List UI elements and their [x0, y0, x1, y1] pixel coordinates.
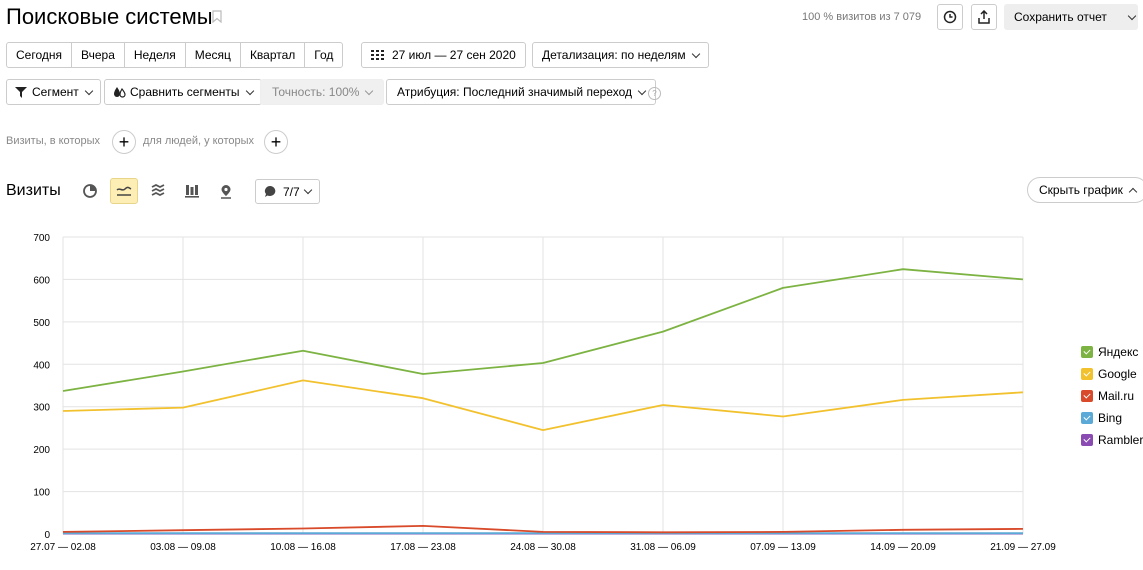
accuracy-dropdown[interactable]: Точность: 100%: [260, 79, 385, 105]
period-yesterday[interactable]: Вчера: [71, 42, 125, 68]
compare-segments-label: Сравнить сегменты: [130, 85, 240, 99]
y-tick-label: 500: [33, 318, 50, 329]
legend-label: Google: [1098, 367, 1137, 381]
bar-chart-icon: [185, 185, 199, 198]
x-tick-label: 03.08 — 09.08: [150, 542, 216, 553]
checkbox-checked-icon[interactable]: [1081, 412, 1093, 424]
filter-icon: [15, 86, 27, 98]
speech-bubble-icon: [264, 185, 276, 197]
x-tick-label: 31.08 — 06.09: [630, 542, 696, 553]
attribution-label: Атрибуция: Последний значимый переход: [397, 85, 632, 99]
x-tick-label: 10.08 — 16.08: [270, 542, 336, 553]
chart-title: Визиты: [6, 182, 61, 199]
visits-summary: 100 % визитов из 7 079: [802, 11, 922, 23]
chart-type-line[interactable]: [110, 178, 138, 204]
y-tick-label: 100: [33, 488, 50, 499]
share-icon: [978, 10, 990, 24]
series-selector-button[interactable]: 7/7: [255, 179, 320, 204]
legend-item[interactable]: Bing: [1081, 411, 1122, 425]
date-range-label: 27 июл — 27 сен 2020: [392, 48, 516, 62]
clock-icon: [943, 10, 957, 24]
hide-chart-label: Скрыть график: [1039, 183, 1123, 197]
y-tick-label: 300: [33, 403, 50, 414]
period-selector: Сегодня Вчера Неделя Месяц Квартал Год: [6, 42, 344, 68]
chevron-up-icon: [1128, 187, 1138, 196]
legend-item[interactable]: Rambler: [1081, 433, 1143, 447]
calendar-grid-icon: [371, 50, 384, 60]
x-tick-label: 07.09 — 13.09: [750, 542, 816, 553]
x-tick-label: 21.09 — 27.09: [990, 542, 1056, 553]
period-year[interactable]: Год: [304, 42, 344, 68]
add-visit-condition-button[interactable]: +: [112, 130, 136, 154]
chart-type-bar[interactable]: [178, 178, 206, 204]
history-button[interactable]: [937, 4, 963, 30]
y-tick-label: 600: [33, 275, 50, 286]
period-month[interactable]: Месяц: [184, 42, 241, 68]
y-tick-label: 0: [44, 530, 50, 541]
plus-icon: +: [118, 131, 130, 152]
segment-label: Сегмент: [32, 85, 79, 99]
visits-line-chart: 0 100 200 300 400 500 600 700 27.07 — 02.08 03.08…: [30, 233, 1056, 553]
checkbox-checked-icon[interactable]: [1081, 368, 1093, 380]
map-pin-icon: [221, 184, 231, 199]
x-tick-label: 17.08 — 23.08: [390, 542, 456, 553]
chevron-down-icon: [365, 86, 374, 95]
legend-item[interactable]: Яндекс: [1081, 345, 1138, 359]
accuracy-label: Точность: 100%: [272, 85, 360, 99]
legend-label: Bing: [1098, 411, 1123, 425]
page-title: Поисковые системы: [6, 4, 213, 29]
bookmark-icon[interactable]: [212, 10, 222, 23]
help-icon[interactable]: ?: [648, 87, 661, 100]
people-condition-label: для людей, у которых: [143, 135, 254, 147]
legend-item[interactable]: Google: [1081, 367, 1137, 381]
detail-label: Детализация: по неделям: [542, 48, 686, 62]
checkbox-checked-icon[interactable]: [1081, 434, 1093, 446]
line-chart-icon: [116, 186, 132, 196]
y-tick-label: 200: [33, 445, 50, 456]
chevron-down-icon: [303, 185, 312, 195]
chart-type-pie[interactable]: [76, 178, 104, 204]
hide-chart-button[interactable]: Скрыть график: [1027, 177, 1143, 203]
checkbox-checked-icon[interactable]: [1081, 390, 1093, 402]
export-button[interactable]: [971, 4, 997, 30]
legend-label: Яндекс: [1098, 345, 1139, 359]
chevron-down-icon: [691, 49, 700, 58]
chart-type-area[interactable]: [144, 178, 172, 204]
chevron-down-icon: [1127, 11, 1137, 20]
period-week[interactable]: Неделя: [123, 42, 186, 68]
plus-icon: +: [270, 131, 282, 152]
period-quarter[interactable]: Квартал: [239, 42, 306, 68]
checkbox-checked-icon[interactable]: [1081, 346, 1093, 358]
save-report-label: Сохранить отчет: [1014, 10, 1107, 24]
legend-label: Rambler: [1098, 433, 1143, 447]
attribution-dropdown[interactable]: Атрибуция: Последний значимый переход: [386, 79, 656, 105]
legend-label: Mail.ru: [1098, 389, 1135, 403]
area-chart-icon: [151, 184, 165, 197]
chevron-down-icon: [245, 86, 254, 95]
compare-segments-dropdown[interactable]: Сравнить сегменты: [104, 79, 262, 105]
add-people-condition-button[interactable]: +: [264, 130, 288, 154]
save-report-button[interactable]: Сохранить отчет: [1004, 4, 1138, 30]
visits-condition-label: Визиты, в которых: [6, 135, 100, 147]
x-tick-label: 14.09 — 20.09: [870, 542, 936, 553]
x-tick-label: 27.07 — 02.08: [30, 542, 96, 553]
y-tick-label: 700: [33, 233, 50, 244]
chevron-down-icon: [637, 86, 647, 95]
detail-dropdown[interactable]: Детализация: по неделям: [532, 42, 709, 68]
series-count: 7/7: [283, 184, 300, 199]
legend-item[interactable]: Mail.ru: [1081, 389, 1134, 403]
chevron-down-icon: [84, 86, 94, 95]
segment-dropdown[interactable]: Сегмент: [6, 79, 101, 105]
pie-chart-icon: [83, 184, 97, 198]
drops-icon: [114, 87, 126, 98]
x-tick-label: 24.08 — 30.08: [510, 542, 576, 553]
y-tick-label: 400: [33, 360, 50, 371]
period-today[interactable]: Сегодня: [6, 42, 72, 68]
date-range-button[interactable]: 27 июл — 27 сен 2020: [361, 42, 526, 68]
chart-type-map[interactable]: [212, 178, 240, 204]
